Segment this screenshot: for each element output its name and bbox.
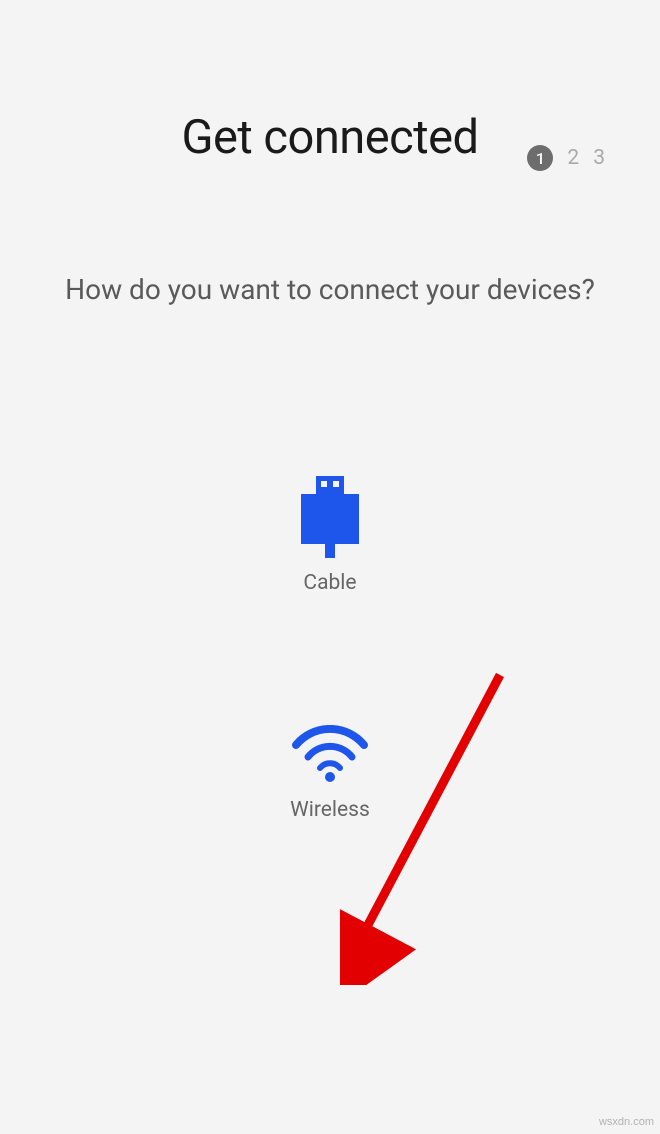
- connection-options: Cable Wireless: [0, 476, 660, 822]
- wifi-icon: [290, 725, 370, 783]
- wireless-option[interactable]: Wireless: [290, 725, 370, 822]
- page-subtitle: How do you want to connect your devices?: [0, 270, 660, 311]
- usb-cable-icon: [300, 476, 360, 556]
- step-1: 1: [527, 145, 553, 171]
- step-2: 2: [567, 146, 579, 170]
- watermark: wsxdn.com: [599, 1116, 654, 1128]
- wireless-label: Wireless: [290, 798, 370, 822]
- cable-label: Cable: [303, 571, 356, 595]
- step-indicator: 1 2 3: [527, 145, 605, 171]
- cable-option[interactable]: Cable: [300, 476, 360, 595]
- step-3: 3: [593, 146, 605, 170]
